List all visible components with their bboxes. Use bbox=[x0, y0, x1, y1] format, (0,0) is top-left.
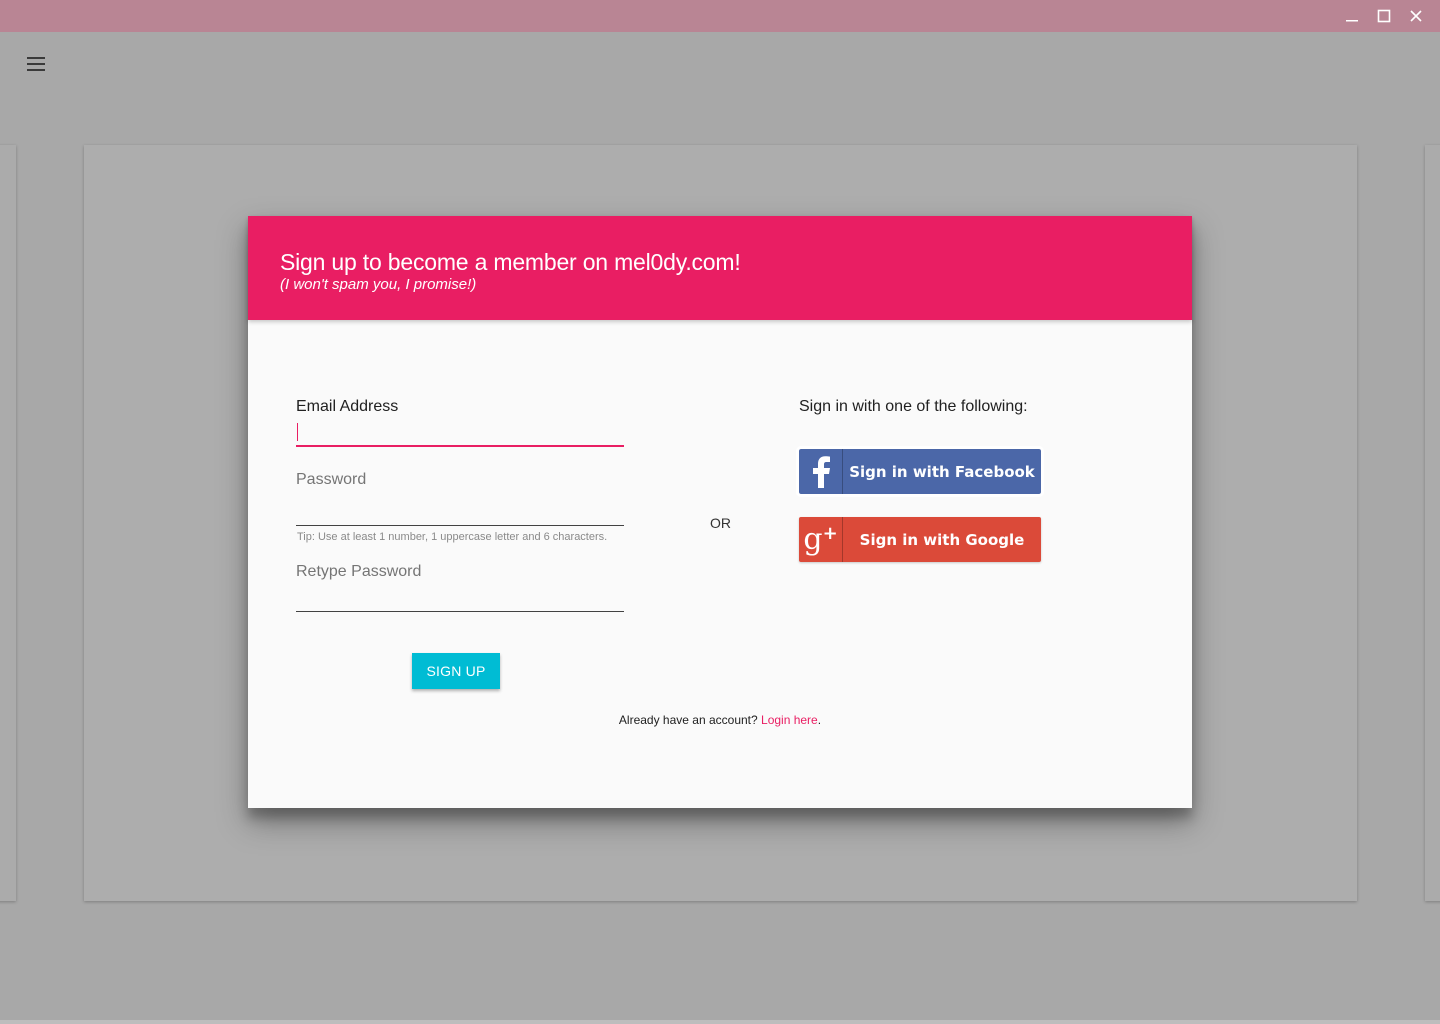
google-signin-label: Sign in with Google bbox=[859, 530, 1025, 549]
dialog-subtitle: (I won't spam you, I promise!) bbox=[280, 276, 477, 293]
or-divider-label: OR bbox=[710, 515, 731, 531]
dialog-title: Sign up to become a member on mel0dy.com… bbox=[280, 249, 741, 275]
email-underline bbox=[296, 445, 624, 447]
google-signin-button[interactable]: g + Sign in with Google bbox=[799, 517, 1041, 562]
email-label: Email Address bbox=[296, 398, 399, 415]
facebook-signin-label: Sign in with Facebook bbox=[849, 462, 1035, 481]
login-prompt-suffix: . bbox=[817, 713, 822, 727]
text-caret bbox=[297, 423, 298, 441]
password-field[interactable]: Password bbox=[296, 471, 624, 527]
login-prompt: Already have an account? Login here. bbox=[248, 713, 1192, 727]
title-bar bbox=[0, 0, 1440, 32]
email-field[interactable]: Email Address bbox=[296, 398, 624, 448]
password-underline bbox=[296, 525, 624, 526]
retype-password-label: Retype Password bbox=[296, 563, 422, 580]
password-hint: Tip: Use at least 1 number, 1 uppercase … bbox=[297, 531, 608, 543]
facebook-icon bbox=[799, 449, 843, 494]
background-card-right bbox=[1425, 145, 1440, 901]
facebook-signin-button[interactable]: Sign in with Facebook bbox=[796, 446, 1044, 497]
dialog-header: Sign up to become a member on mel0dy.com… bbox=[248, 216, 1192, 320]
bottom-edge bbox=[0, 1020, 1440, 1024]
hamburger-menu-icon[interactable] bbox=[24, 54, 48, 74]
google-plus-icon: g + bbox=[799, 517, 843, 562]
login-link[interactable]: Login here bbox=[761, 713, 818, 727]
social-heading: Sign in with one of the following: bbox=[799, 398, 1028, 415]
close-icon[interactable] bbox=[1406, 6, 1426, 26]
retype-password-underline bbox=[296, 611, 624, 612]
password-label: Password bbox=[296, 471, 367, 488]
login-prompt-text: Already have an account? bbox=[618, 713, 762, 727]
signup-dialog: Sign up to become a member on mel0dy.com… bbox=[248, 216, 1192, 808]
sign-up-button[interactable]: SIGN UP bbox=[412, 653, 500, 689]
maximize-icon[interactable] bbox=[1374, 6, 1394, 26]
minimize-icon[interactable] bbox=[1342, 6, 1362, 26]
retype-password-field[interactable]: Retype Password bbox=[296, 563, 624, 613]
background-card-left bbox=[0, 145, 16, 901]
